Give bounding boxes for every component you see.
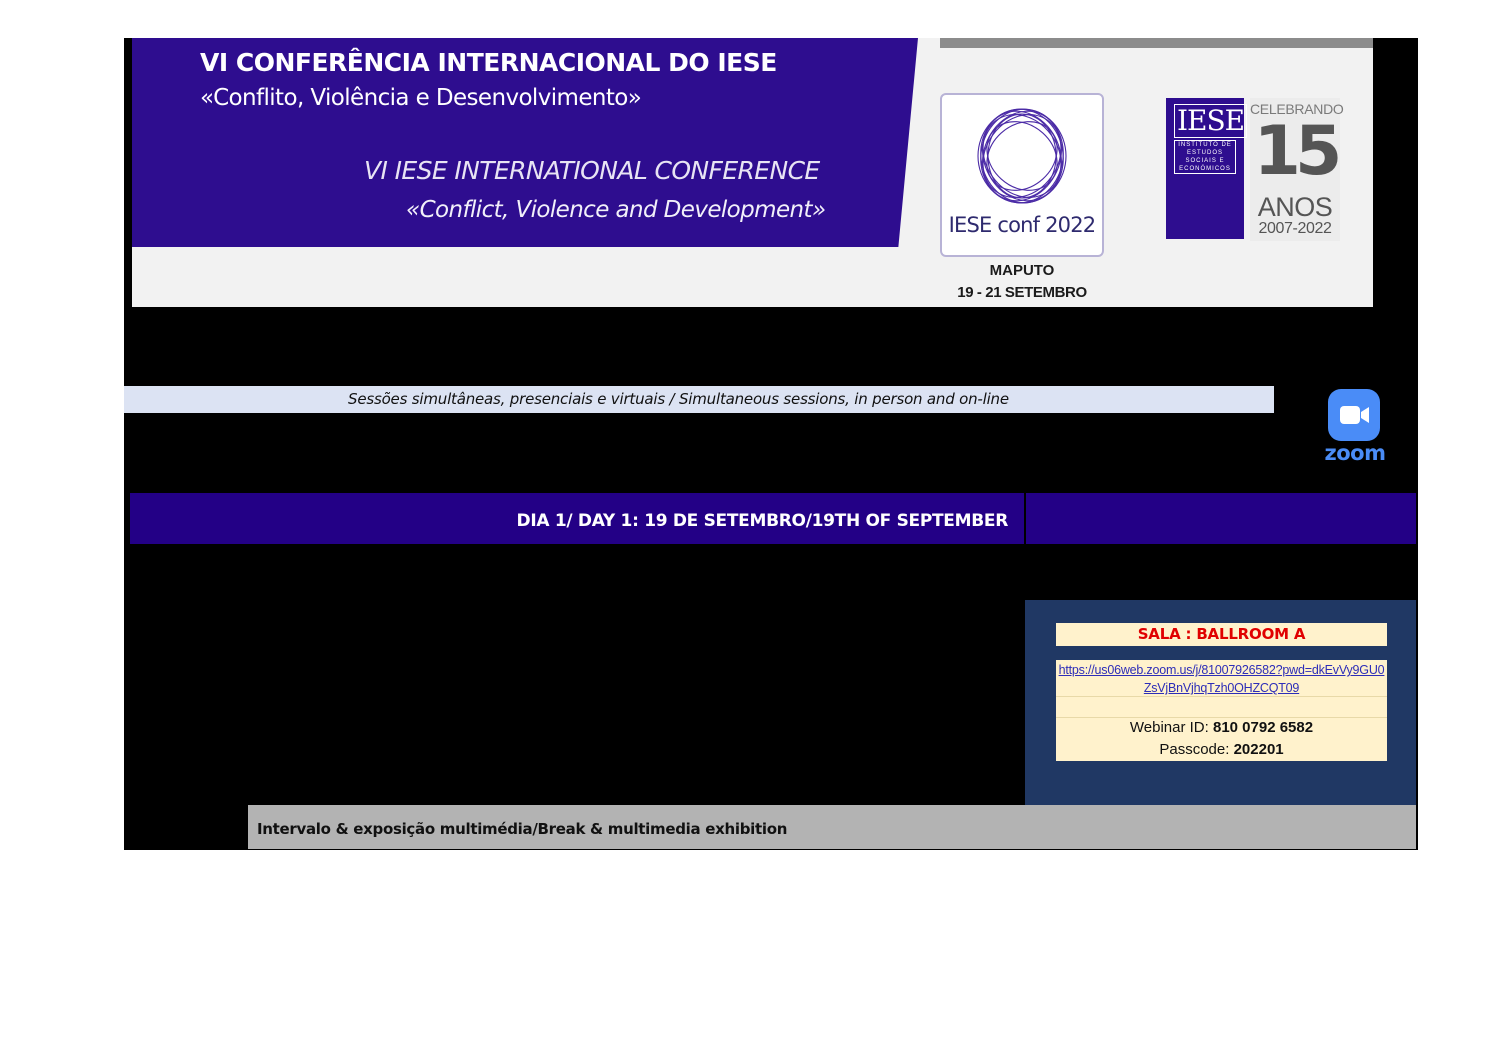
iese-logo-subtext: INSTITUTO DE ESTUDOS SOCIAIS E ECONÓMICO…: [1174, 140, 1236, 174]
video-camera-icon: [1340, 406, 1369, 424]
conference-dates: 19 - 21 SETEMBRO: [957, 284, 1087, 301]
anniversary-badge: CELEBRANDO 15 ANOS 2007-2022: [1250, 98, 1344, 241]
zoom-info-card: https://us06web.zoom.us/j/81007926582?pw…: [1056, 660, 1387, 761]
card-divider: [1056, 696, 1387, 697]
banner-top-bar: [940, 38, 1373, 48]
banner-title-pt: VI CONFERÊNCIA INTERNACIONAL DO IESE: [200, 48, 777, 77]
conference-city: MAPUTO: [989, 262, 1055, 279]
break-row: Intervalo & exposição multimédia/Break &…: [248, 805, 1416, 849]
conference-banner: VI CONFERÊNCIA INTERNACIONAL DO IESE «Co…: [132, 38, 1373, 307]
anniversary-years: 2007-2022: [1258, 220, 1332, 237]
room-label: SALA : BALLROOM A: [1056, 623, 1387, 646]
zoom-app-icon[interactable]: [1328, 389, 1380, 441]
zoom-meeting-link[interactable]: https://us06web.zoom.us/j/81007926582?pw…: [1056, 661, 1387, 697]
webinar-id-line: Webinar ID: 810 0792 6582: [1056, 719, 1387, 736]
sessions-note: Sessões simultâneas, presenciais e virtu…: [124, 386, 1274, 413]
zoom-wordmark: zoom: [1324, 441, 1386, 465]
anniversary-number: 15: [1253, 112, 1343, 191]
day-header: DIA 1/ DAY 1: 19 DE SETEMBRO/19TH OF SEP…: [130, 493, 1024, 544]
banner-theme-en: «Conflict, Violence and Development»: [406, 197, 826, 223]
passcode-line: Passcode: 202201: [1056, 741, 1387, 758]
passcode-value: 202201: [1233, 741, 1284, 758]
conf-rings-icon: [977, 108, 1067, 204]
banner-theme-pt: «Conflito, Violência e Desenvolvimento»: [200, 85, 642, 111]
iese-institute-logo: IESE INSTITUTO DE ESTUDOS SOCIAIS E ECON…: [1166, 98, 1248, 239]
webinar-id-value: 810 0792 6582: [1212, 719, 1314, 736]
iese-logo-text: IESE: [1174, 104, 1248, 138]
webinar-id-label: Webinar ID:: [1129, 719, 1213, 736]
iese-conf-logo: IESE conf 2022: [940, 93, 1104, 257]
card-divider: [1056, 717, 1387, 718]
passcode-label: Passcode:: [1159, 741, 1234, 758]
day-header-room-cell: [1026, 493, 1416, 544]
conf-logo-label: IESE conf 2022: [948, 213, 1097, 237]
anniversary-word: ANOS: [1257, 192, 1333, 222]
banner-title-en: VI IESE INTERNATIONAL CONFERENCE: [364, 156, 820, 185]
